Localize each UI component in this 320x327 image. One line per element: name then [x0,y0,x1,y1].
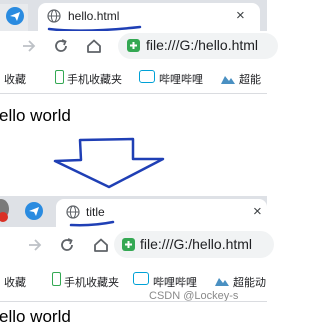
top-folder-icon [220,72,236,90]
send-icon [10,12,20,21]
globe-icon [66,205,80,219]
top-content-divider [0,93,267,94]
top-phone-icon [55,70,64,84]
bottom-page-text: ello world [0,307,71,326]
top-home-icon[interactable] [85,37,103,60]
send-icon [29,207,39,216]
bottom-bookmark-super[interactable]: 超能动 [233,274,267,290]
bottom-reload-icon[interactable] [58,236,76,259]
top-bookmark-mobile[interactable]: 手机收藏夹 [67,71,122,87]
globe-icon [47,9,61,23]
top-pinned-app-icon[interactable] [6,7,24,25]
bottom-pinned-app-icon[interactable] [25,202,43,220]
bottom-bookmark-mobile[interactable]: 手机收藏夹 [64,274,119,290]
bottom-tab-title: title [86,205,105,219]
down-arrow-annotation [53,137,165,189]
top-page-text: ello world [0,106,71,125]
top-bookmark-super[interactable]: 超能 [239,71,261,87]
top-secure-plus-icon [127,39,140,52]
bottom-bookmark-collect[interactable]: 收藏 [4,274,26,290]
bottom-phone-icon [52,272,61,286]
bottom-bilibili-icon [133,272,149,285]
top-reload-icon[interactable] [52,37,70,60]
bottom-home-icon[interactable] [92,236,110,259]
top-bilibili-icon [139,70,155,83]
top-bookmark-bilibili[interactable]: 哔哩哔哩 [159,71,203,87]
top-url-text[interactable]: file:///G:/hello.html [146,37,258,53]
top-forward-arrow-icon[interactable] [20,37,38,60]
top-tab-title: hello.html [68,9,120,23]
bottom-tab-close-icon[interactable]: × [253,204,262,219]
bottom-secure-plus-icon [122,238,135,251]
bottom-url-text[interactable]: file:///G:/hello.html [140,236,252,252]
bottom-bookmark-bilibili[interactable]: 哔哩哔哩 [153,274,197,290]
bottom-content-divider [0,301,267,302]
bottom-forward-arrow-icon[interactable] [26,236,44,259]
top-bookmark-collect[interactable]: 收藏 [4,71,26,87]
top-tab-close-icon[interactable]: × [236,8,245,23]
